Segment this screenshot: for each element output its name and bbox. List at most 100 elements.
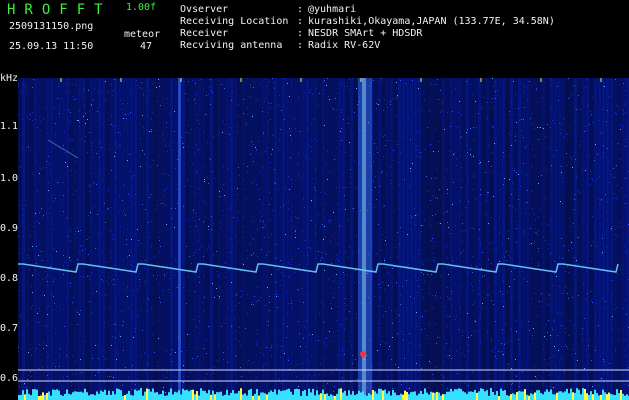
spectrum-bar (574, 392, 576, 400)
spectrum-bar (560, 391, 562, 400)
noise-pixel (618, 329, 619, 330)
noise-pixel (75, 161, 76, 162)
noise-pixel (296, 376, 297, 377)
spectrum-bar (206, 393, 208, 400)
noise-pixel (462, 231, 463, 232)
noise-pixel (157, 101, 158, 102)
noise-pixel (338, 260, 339, 261)
noise-pixel (276, 294, 277, 295)
noise-pixel (91, 149, 92, 150)
spectrum-bar (140, 388, 142, 400)
noise-pixel (196, 226, 197, 227)
noise-pixel (92, 145, 93, 146)
noise-pixel (37, 313, 38, 314)
noise-pixel (570, 156, 571, 157)
noise-pixel (619, 190, 620, 191)
noise-pixel (279, 95, 280, 96)
noise-pixel (495, 227, 496, 228)
noise-pixel (527, 100, 528, 101)
spectrum-bar (330, 394, 332, 400)
noise-pixel (380, 344, 381, 345)
noise-pixel (430, 200, 431, 201)
noise-pixel (467, 129, 468, 130)
noise-pixel (534, 332, 535, 333)
noise-pixel (336, 274, 337, 275)
noise-pixel (139, 87, 140, 88)
noise-pixel (197, 170, 198, 171)
noise-pixel (568, 250, 569, 251)
noise-pixel (132, 266, 133, 267)
noise-pixel (590, 111, 591, 112)
noise-pixel (453, 154, 454, 155)
noise-pixel (310, 248, 311, 249)
spectrum-bar (542, 394, 544, 400)
noise-pixel (70, 120, 71, 121)
noise-pixel (163, 195, 164, 196)
noise-pixel (427, 274, 428, 275)
noise-pixel (194, 99, 195, 100)
noise-pixel (130, 90, 131, 91)
noise-pixel (393, 98, 394, 99)
noise-pixel (286, 292, 287, 293)
noise-pixel (183, 147, 184, 148)
noise-pixel (595, 350, 596, 351)
noise-pixel (312, 94, 313, 95)
noise-pixel (147, 99, 148, 100)
noise-pixel (595, 233, 596, 234)
noise-pixel (336, 187, 337, 188)
noise-pixel (617, 274, 618, 275)
spectrum-bar (622, 393, 624, 400)
noise-pixel (243, 217, 244, 218)
noise-pixel (118, 132, 119, 133)
noise-pixel (577, 371, 578, 372)
noise-pixel (592, 97, 593, 98)
noise-pixel (397, 244, 398, 245)
spectrogram-column (46, 78, 49, 400)
noise-pixel (410, 171, 411, 172)
noise-pixel (72, 150, 73, 151)
noise-pixel (113, 284, 114, 285)
noise-pixel (421, 368, 422, 369)
noise-pixel (511, 145, 512, 146)
noise-pixel (410, 185, 411, 186)
noise-pixel (625, 299, 626, 300)
noise-pixel (468, 385, 469, 386)
noise-pixel (561, 293, 562, 294)
noise-pixel (342, 355, 343, 356)
noise-pixel (30, 349, 31, 350)
noise-pixel (618, 107, 619, 108)
noise-pixel (595, 315, 596, 316)
noise-pixel (449, 316, 450, 317)
noise-pixel (566, 134, 567, 135)
noise-pixel (214, 297, 215, 298)
noise-pixel (77, 324, 78, 325)
noise-pixel (170, 354, 171, 355)
noise-pixel (142, 204, 143, 205)
noise-pixel (381, 250, 382, 251)
noise-pixel (48, 374, 49, 375)
noise-pixel (550, 127, 551, 128)
spectrum-bar (34, 389, 36, 400)
spectrogram-column (34, 78, 37, 400)
noise-pixel (19, 322, 20, 323)
noise-pixel (497, 90, 498, 91)
noise-pixel (65, 152, 66, 153)
spectrum-bar (392, 390, 394, 400)
noise-pixel (188, 347, 189, 348)
noise-pixel (528, 321, 529, 322)
noise-pixel (426, 259, 427, 260)
noise-pixel (329, 331, 330, 332)
noise-pixel (352, 78, 353, 79)
noise-pixel (106, 280, 107, 281)
noise-pixel (621, 226, 622, 227)
noise-pixel (245, 189, 246, 190)
noise-pixel (51, 295, 52, 296)
noise-pixel (253, 304, 254, 305)
noise-pixel (79, 126, 80, 127)
noise-pixel (624, 246, 625, 247)
noise-pixel (567, 348, 568, 349)
meteor-count: 47 (140, 41, 153, 52)
noise-pixel (415, 146, 416, 147)
noise-pixel (181, 137, 182, 138)
noise-pixel (206, 114, 207, 115)
